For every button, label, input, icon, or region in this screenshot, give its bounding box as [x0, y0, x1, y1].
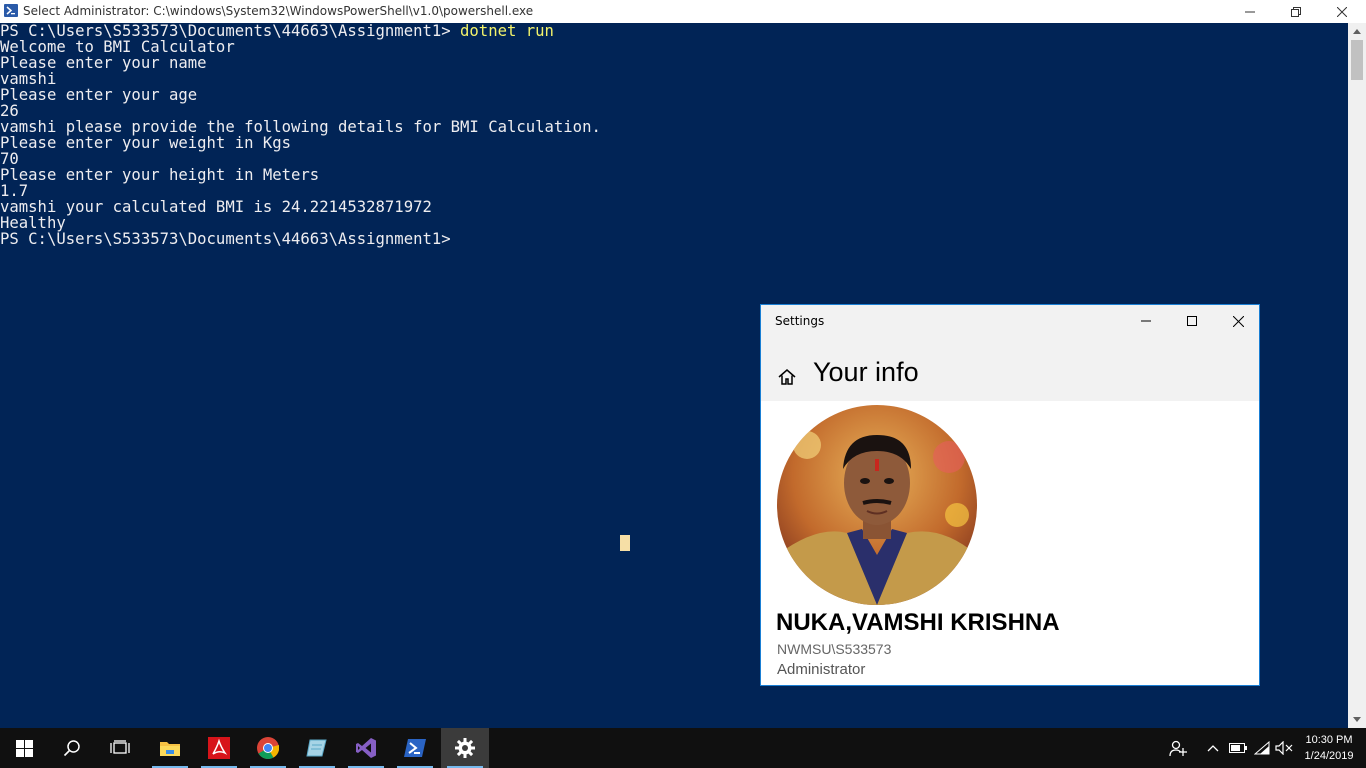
console-line: 70 — [0, 150, 19, 168]
settings-maximize-button[interactable] — [1169, 305, 1215, 337]
search-icon[interactable] — [48, 728, 96, 768]
console-line: Please enter your name — [0, 54, 207, 72]
console-line: 26 — [0, 102, 19, 120]
chrome-icon[interactable] — [244, 728, 292, 768]
acrobat-icon[interactable] — [195, 728, 243, 768]
volume-muted-icon[interactable] — [1274, 728, 1294, 768]
clock-date: 1/24/2019 — [1304, 750, 1354, 762]
user-display-name: NUKA,VAMSHI KRISHNA — [776, 609, 1060, 636]
console-line: vamshi — [0, 70, 57, 88]
avatar — [777, 405, 977, 605]
console-line: Please enter your age — [0, 86, 198, 104]
console-line: vamshi your calculated BMI is 24.2214532… — [0, 198, 432, 216]
home-icon[interactable] — [777, 367, 797, 392]
powershell-app-icon — [4, 4, 18, 17]
console-line: 1.7 — [0, 182, 29, 200]
page-title: Your info — [813, 357, 919, 387]
user-role: Administrator — [777, 661, 866, 678]
restore-button[interactable] — [1273, 0, 1319, 23]
settings-icon[interactable] — [441, 728, 489, 768]
settings-window[interactable]: Settings Your info NUKA,VAMSHI KRISHNA N… — [760, 304, 1260, 686]
file-explorer-icon[interactable] — [146, 728, 194, 768]
settings-close-button[interactable] — [1215, 305, 1261, 337]
console-line-command: PS C:\Users\S533573\Documents\44663\Assi… — [0, 23, 601, 39]
settings-minimize-button[interactable] — [1123, 305, 1169, 337]
settings-header: Settings Your info — [761, 305, 1259, 401]
system-clock[interactable]: 10:30 PM 1/24/2019 — [1300, 732, 1358, 764]
user-account-name: NWMSU\S533573 — [777, 641, 892, 657]
scroll-up-arrow-icon[interactable] — [1348, 23, 1366, 40]
notepad-icon[interactable] — [293, 728, 341, 768]
show-hidden-icons-chevron-icon[interactable] — [1204, 728, 1222, 768]
scrollbar-thumb[interactable] — [1351, 40, 1363, 80]
wifi-icon[interactable] — [1252, 728, 1272, 768]
console-output: PS C:\Users\S533573\Documents\44663\Assi… — [0, 23, 601, 247]
close-button[interactable] — [1319, 0, 1365, 23]
console-line: Healthy — [0, 214, 66, 232]
console-line: Please enter your height in Meters — [0, 166, 320, 184]
visual-studio-icon[interactable] — [342, 728, 390, 768]
powershell-window-title: Select Administrator: C:\windows\System3… — [23, 4, 534, 18]
minimize-button[interactable] — [1227, 0, 1273, 23]
clock-time: 10:30 PM — [1305, 734, 1353, 746]
console-scrollbar[interactable] — [1348, 23, 1366, 728]
taskbar: 10:30 PM 1/24/2019 — [0, 728, 1366, 768]
scroll-down-arrow-icon[interactable] — [1348, 711, 1366, 728]
final-prompt: PS C:\Users\S533573\Documents\44663\Assi… — [0, 230, 451, 248]
battery-icon[interactable] — [1228, 728, 1248, 768]
powershell-titlebar[interactable]: Select Administrator: C:\windows\System3… — [0, 0, 1366, 23]
powershell-icon[interactable] — [391, 728, 439, 768]
console-line: Please enter your weight in Kgs — [0, 134, 292, 152]
settings-window-title: Settings — [775, 314, 825, 328]
text-cursor — [620, 535, 630, 551]
console-line: Welcome to BMI Calculator — [0, 38, 235, 56]
console-line: vamshi please provide the following deta… — [0, 118, 601, 136]
people-icon[interactable] — [1168, 728, 1188, 768]
command-text: dotnet run — [460, 22, 554, 40]
start-icon[interactable] — [0, 728, 48, 768]
task-view-icon[interactable] — [96, 728, 144, 768]
